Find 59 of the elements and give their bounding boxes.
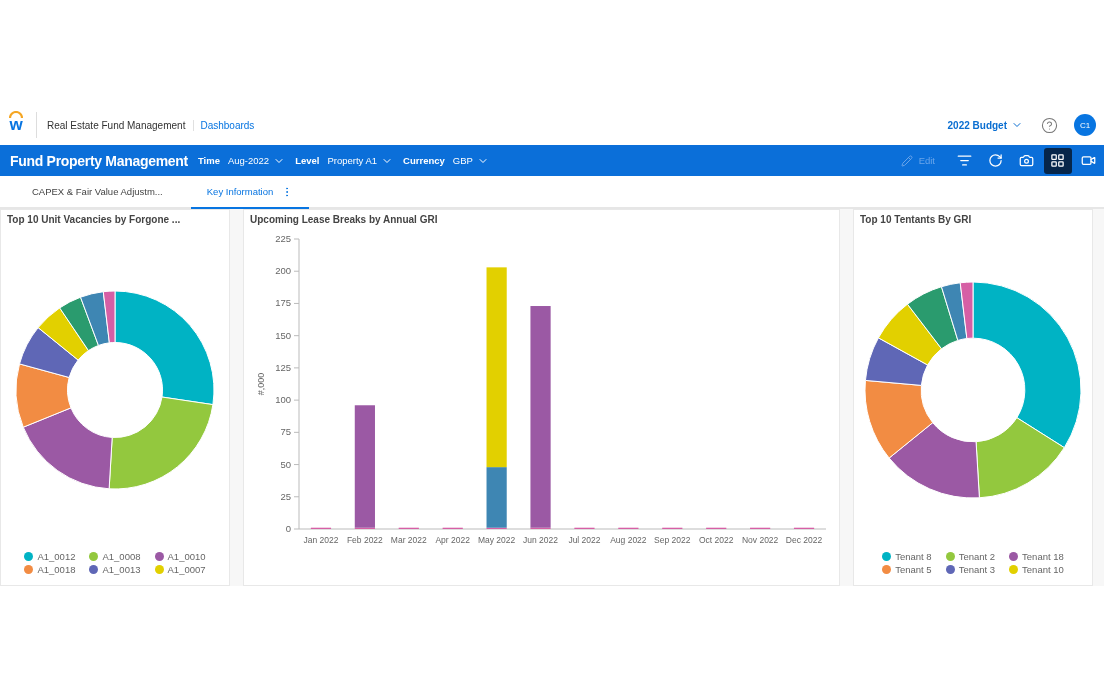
help-icon[interactable] (1041, 116, 1058, 134)
filter-dropdown[interactable]: GBP (452, 154, 489, 167)
tick-label: Mar 2022 (390, 535, 427, 545)
filter-label: Time (197, 155, 220, 166)
filter-label: Currency (403, 155, 445, 166)
filter-label: Level (295, 155, 320, 166)
tick-label: 50 (280, 458, 291, 470)
tick-label: 225 (275, 233, 291, 244)
tick-label: 75 (280, 426, 291, 438)
legend-label[interactable]: A1_0008 (102, 551, 141, 562)
tick-label: Jun 2022 (523, 535, 559, 545)
filter-dropdown[interactable]: Aug-2022 (227, 154, 286, 167)
budget-dropdown[interactable]: 2022 Budget (947, 119, 1023, 131)
tick-label: Apr 2022 (435, 535, 470, 545)
filter-dropdown[interactable]: Property A1 (327, 154, 394, 167)
camera-icon (1019, 153, 1034, 168)
pencil-icon (900, 154, 913, 167)
legend-label[interactable]: A1_0007 (167, 564, 206, 575)
panel-title: Upcoming Lease Breaks by Annual GRI (249, 213, 439, 227)
tick-label: 125 (275, 361, 291, 373)
app-name: Real Estate Fund Management (47, 119, 195, 131)
user-avatar[interactable]: C1 (1074, 114, 1096, 136)
tick-label: 100 (275, 394, 291, 406)
legend-label[interactable]: Tenant 10 (1022, 564, 1064, 575)
legend-label[interactable]: A1_0012 (37, 551, 76, 562)
legend-label[interactable]: Tenant 5 (895, 564, 932, 575)
legend-label[interactable]: A1_0013 (102, 564, 141, 575)
tick-label: Dec 2022 (785, 535, 823, 545)
logo[interactable]: w (6, 111, 26, 139)
refresh-icon (988, 153, 1003, 168)
panel-title: Top 10 Unit Vacancies by Forgone ... (6, 213, 182, 227)
dashboard-title: Fund Property Management (10, 152, 188, 169)
tick-label: Sep 2022 (654, 535, 691, 545)
tick-label: Oct 2022 (698, 535, 734, 545)
dashboard-tab[interactable]: CAPEX & Fair Value Adjustm... (16, 176, 179, 209)
tick-label: Nov 2022 (741, 535, 779, 545)
tick-label: Jan 2022 (303, 535, 339, 545)
video-camera-icon (1081, 153, 1096, 168)
tick-label: Feb 2022 (346, 535, 383, 545)
legend-label[interactable]: Tenant 2 (958, 551, 996, 562)
tick-label: 0 (285, 523, 291, 534)
tick-label: Aug 2022 (610, 535, 647, 545)
legend-label[interactable]: Tenant 18 (1022, 551, 1064, 562)
tick-label: Jul 2022 (568, 535, 601, 545)
tick-label: 150 (275, 329, 291, 341)
grid-icon (1050, 153, 1065, 168)
grid-button[interactable] (1043, 147, 1072, 174)
legend-label[interactable]: Tenant 8 (895, 551, 932, 562)
filter-icon (957, 153, 972, 168)
panel-title: Top 10 Tentants By GRI (859, 213, 973, 227)
tick-label: 175 (275, 297, 291, 309)
tick-label: May 2022 (477, 535, 516, 545)
breadcrumb-link[interactable]: Dashboards (200, 119, 255, 131)
legend-label[interactable]: A1_0018 (37, 564, 76, 575)
legend-label[interactable]: Tenant 3 (958, 564, 996, 575)
tick-label: 200 (275, 265, 291, 277)
legend-label[interactable]: A1_0010 (167, 551, 206, 562)
axis-title: #,000 (256, 372, 266, 396)
tick-label: 25 (280, 490, 291, 502)
